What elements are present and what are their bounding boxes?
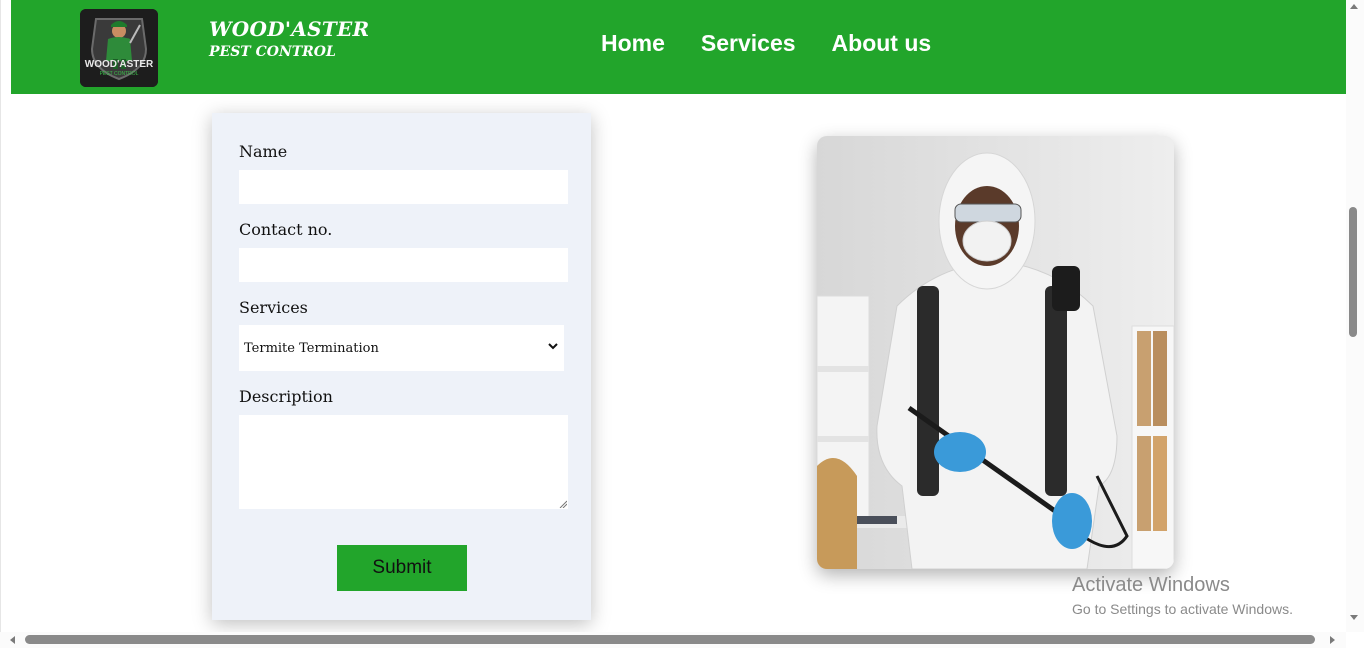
brand-title: WOOD'ASTER PEST CONTROL [209, 17, 369, 60]
scroll-left-arrow-icon[interactable] [8, 635, 16, 645]
activate-windows-watermark: Activate Windows Go to Settings to activ… [1072, 574, 1293, 617]
contact-label: Contact no. [239, 220, 333, 239]
nav-about-link[interactable]: About us [832, 30, 932, 57]
logo-text: WOOD'ASTER [85, 59, 154, 70]
name-input[interactable] [239, 170, 568, 204]
description-textarea[interactable] [239, 415, 568, 509]
pest-man-logo-icon: WOOD'ASTER PEST CONTROL [80, 9, 158, 87]
scroll-down-arrow-icon[interactable] [1349, 614, 1359, 622]
nav-home-link[interactable]: Home [601, 30, 665, 57]
watermark-subtitle: Go to Settings to activate Windows. [1072, 601, 1293, 617]
name-label: Name [239, 142, 288, 161]
booking-form: Name Contact no. Services Termite Termin… [212, 113, 591, 620]
main-nav: Home Services About us [601, 30, 931, 57]
horizontal-scrollbar-thumb[interactable] [25, 635, 1315, 644]
scroll-up-arrow-icon[interactable] [1349, 2, 1359, 10]
description-label: Description [239, 387, 333, 406]
contact-input[interactable] [239, 248, 568, 282]
services-selected-value: Termite Termination [244, 340, 379, 356]
brand-tagline: PEST CONTROL [209, 44, 336, 60]
technician-illustration [817, 136, 1174, 569]
pest-technician-photo [817, 136, 1174, 569]
services-select[interactable]: Termite Termination [239, 325, 564, 371]
watermark-title: Activate Windows [1072, 574, 1230, 596]
brand-name: WOOD'ASTER [209, 17, 370, 41]
nav-services-link[interactable]: Services [701, 30, 796, 57]
scroll-right-arrow-icon[interactable] [1329, 635, 1337, 645]
site-header: WOOD'ASTER PEST CONTROL WOOD'ASTER PEST … [11, 0, 1346, 94]
resize-grip-icon[interactable] [558, 499, 567, 508]
chevron-down-icon [548, 343, 558, 350]
vertical-scrollbar-thumb[interactable] [1349, 207, 1357, 337]
logo-subtext: PEST CONTROL [100, 71, 139, 77]
brand-logo[interactable]: WOOD'ASTER PEST CONTROL [80, 9, 158, 87]
page-viewport: WOOD'ASTER PEST CONTROL WOOD'ASTER PEST … [0, 0, 1346, 632]
services-label: Services [239, 298, 308, 317]
submit-button[interactable]: Submit [337, 545, 467, 591]
